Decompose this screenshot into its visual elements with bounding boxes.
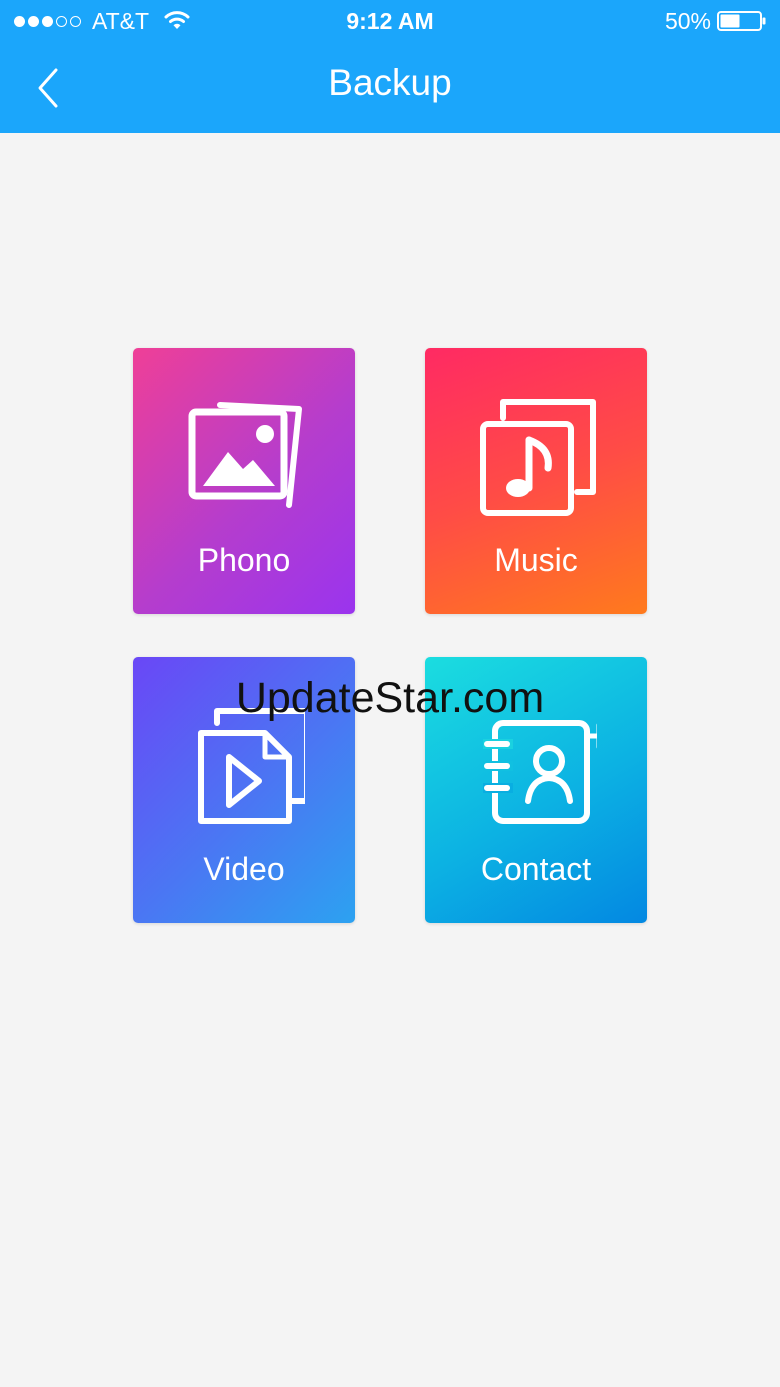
tile-label: Music: [494, 542, 578, 578]
music-backup-tile[interactable]: Music: [425, 348, 647, 614]
battery-icon: [717, 11, 766, 31]
tile-label: Phono: [197, 542, 291, 578]
tile-label: Contact: [480, 851, 592, 887]
page-title: Backup: [328, 62, 452, 103]
tile-label: Video: [203, 851, 285, 887]
watermark-text: UpdateStar.com: [235, 674, 545, 722]
add-contact-icon: [483, 720, 597, 824]
status-bar: AT&T 9:12 AM 50%: [0, 0, 780, 42]
video-backup-tile[interactable]: Video: [133, 657, 355, 923]
battery-percent: 50%: [664, 8, 711, 34]
photo-backup-tile[interactable]: Phono: [133, 348, 355, 614]
photo-icon: [188, 402, 302, 508]
contact-backup-tile[interactable]: Contact: [425, 657, 647, 923]
music-icon: [480, 399, 596, 516]
video-icon: [198, 708, 305, 824]
header-bar: AT&T 9:12 AM 50% Backup: [0, 0, 780, 133]
status-time: 9:12 AM: [346, 8, 434, 34]
